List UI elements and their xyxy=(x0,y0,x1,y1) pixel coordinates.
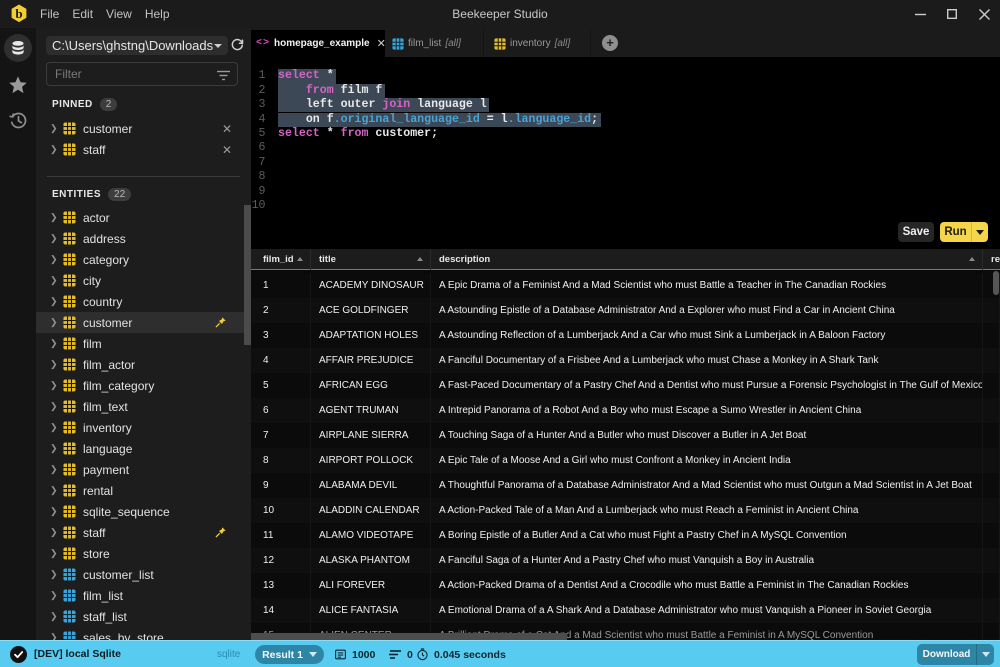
svg-text:b: b xyxy=(15,6,22,21)
